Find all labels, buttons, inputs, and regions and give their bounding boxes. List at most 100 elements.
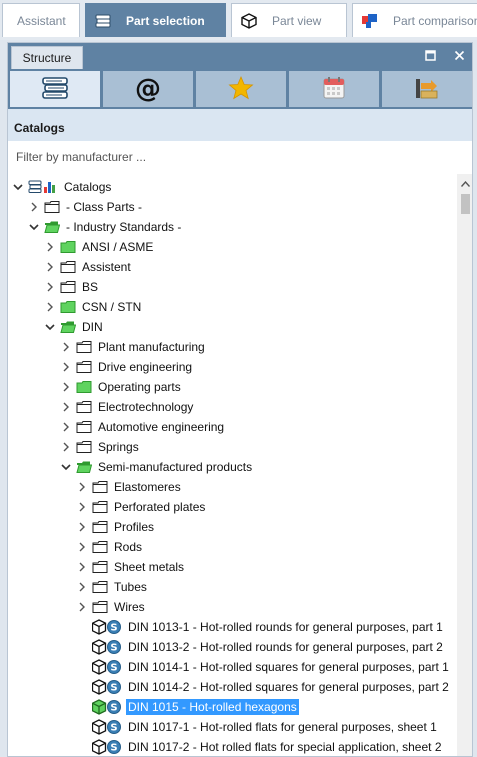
chevron-down-icon[interactable]	[12, 181, 24, 193]
tree-node-label: Springs	[98, 440, 139, 454]
chevron-right-icon[interactable]	[76, 561, 88, 573]
tree-node-row[interactable]: - Class Parts -	[28, 197, 144, 217]
tree-node-row[interactable]: DIN	[44, 317, 105, 337]
chevron-right-icon[interactable]	[60, 441, 72, 453]
catalog-root-icon	[28, 179, 58, 195]
tree-node-row[interactable]: Elastomeres	[76, 477, 183, 497]
tree-part-row[interactable]: S DIN 1014-2 - Hot-rolled squares for gen…	[76, 677, 451, 697]
chevron-down-icon[interactable]	[44, 321, 56, 333]
chevron-right-icon[interactable]	[44, 281, 56, 293]
chevron-right-icon[interactable]	[60, 341, 72, 353]
catalog-books-icon	[94, 12, 112, 30]
tree-node-row[interactable]: Plant manufacturing	[60, 337, 207, 357]
folder-icon	[60, 279, 76, 295]
tree-part-row[interactable]: S DIN 1013-1 - Hot-rolled rounds for gene…	[76, 617, 445, 637]
tab-structure-label: Structure	[22, 51, 72, 65]
chevron-down-icon[interactable]	[60, 461, 72, 473]
folder-icon	[92, 499, 108, 515]
chevron-right-icon[interactable]	[44, 241, 56, 253]
tree-node-row[interactable]: Perforated plates	[76, 497, 207, 517]
scroll-up-button[interactable]	[457, 174, 472, 191]
chevron-right-icon[interactable]	[44, 301, 56, 313]
chevron-right-icon[interactable]	[76, 521, 88, 533]
tree-node-row[interactable]: Sheet metals	[76, 557, 186, 577]
tree-node-row[interactable]: BS	[44, 277, 100, 297]
tab-part-selection[interactable]: Part selection	[85, 3, 226, 37]
folder-green-icon	[60, 239, 76, 255]
tree-node-row[interactable]: Rods	[76, 537, 144, 557]
tree-node-label: Semi-manufactured products	[98, 460, 253, 474]
manufacturer-filter-input[interactable]	[8, 143, 472, 171]
chevron-right-icon[interactable]	[28, 201, 40, 213]
chevron-right-icon[interactable]	[76, 541, 88, 553]
chevron-right-icon[interactable]	[44, 261, 56, 273]
maximize-icon	[424, 49, 436, 64]
scroll-thumb[interactable]	[461, 194, 470, 214]
tree-scrollbar[interactable]	[457, 174, 472, 756]
chevron-right-icon[interactable]	[60, 421, 72, 433]
panel-header: Structure	[8, 43, 472, 69]
chevron-right-icon[interactable]	[60, 401, 72, 413]
favorites-button[interactable]	[196, 71, 286, 107]
tab-assistant-label: Assistant	[17, 13, 66, 28]
tree-node-label: Drive engineering	[98, 360, 193, 374]
maximize-button[interactable]	[422, 48, 438, 64]
tree-node-row[interactable]: Catalogs	[12, 177, 113, 197]
tree-part-row[interactable]: S DIN 1014-1 - Hot-rolled squares for gen…	[76, 657, 451, 677]
folder-open-icon	[44, 219, 60, 235]
export-button[interactable]	[382, 71, 472, 107]
svg-text:S: S	[110, 703, 117, 714]
tab-part-comparison[interactable]: Part comparison	[352, 3, 477, 37]
tree-node-label: Catalogs	[64, 180, 112, 194]
folder-icon	[76, 359, 92, 375]
catalogs-button[interactable]	[10, 71, 100, 107]
tree-node-row[interactable]: Tubes	[76, 577, 149, 597]
tree-node-row[interactable]: Operating parts	[60, 377, 183, 397]
part-cube-icon: S	[92, 619, 122, 635]
tree-node-label: - Class Parts -	[66, 200, 143, 214]
folder-icon	[92, 519, 108, 535]
tab-structure[interactable]: Structure	[11, 46, 83, 69]
tree-node-row[interactable]: ANSI / ASME	[44, 237, 155, 257]
tree-node-row[interactable]: Profiles	[76, 517, 156, 537]
folder-icon	[92, 539, 108, 555]
email-search-button[interactable]: @	[103, 71, 193, 107]
chevron-right-icon[interactable]	[76, 481, 88, 493]
catalog-tree: Catalogs - Class Parts - - Industry Standa…	[8, 174, 456, 756]
tree-node-row[interactable]: - Industry Standards -	[28, 217, 183, 237]
tree-node-row[interactable]: Automotive engineering	[60, 417, 226, 437]
chevron-right-icon[interactable]	[76, 601, 88, 613]
tree-node-label: DIN 1017-2 - Hot rolled flats for specia…	[128, 740, 442, 754]
tree-part-row[interactable]: S DIN 1017-2 - Hot rolled flats for speci…	[76, 737, 444, 756]
chevron-right-icon[interactable]	[60, 381, 72, 393]
tree-node-row[interactable]: Semi-manufactured products	[60, 457, 254, 477]
tree-node-row[interactable]: Drive engineering	[60, 357, 194, 377]
chevron-right-icon[interactable]	[60, 361, 72, 373]
close-button[interactable]	[451, 48, 467, 64]
tab-part-view[interactable]: Part view	[231, 3, 347, 37]
folder-icon	[92, 579, 108, 595]
tree-node-row[interactable]: Assistent	[44, 257, 133, 277]
history-button[interactable]	[289, 71, 379, 107]
tree-node-label: BS	[82, 280, 99, 294]
chevron-right-icon[interactable]	[76, 581, 88, 593]
calendar-icon	[321, 75, 347, 104]
chevron-right-icon[interactable]	[76, 501, 88, 513]
tree-node-row[interactable]: Wires	[76, 597, 147, 617]
svg-text:S: S	[110, 743, 117, 754]
tree-part-row[interactable]: S DIN 1017-1 - Hot-rolled flats for gener…	[76, 717, 439, 737]
folder-icon	[60, 259, 76, 275]
chevron-down-icon[interactable]	[28, 221, 40, 233]
tree-node-row[interactable]: Springs	[60, 437, 141, 457]
tree-node-row[interactable]: Electrotechnology	[60, 397, 195, 417]
tree-part-row[interactable]: S DIN 1015 - Hot-rolled hexagons	[76, 697, 299, 717]
tree-part-row[interactable]: S DIN 1013-2 - Hot-rolled rounds for gene…	[76, 637, 445, 657]
part-cube-icon: S	[92, 739, 122, 755]
tab-assistant[interactable]: Assistant	[2, 3, 80, 37]
tree-node-label: ANSI / ASME	[82, 240, 154, 254]
tree-node-row[interactable]: CSN / STN	[44, 297, 143, 317]
